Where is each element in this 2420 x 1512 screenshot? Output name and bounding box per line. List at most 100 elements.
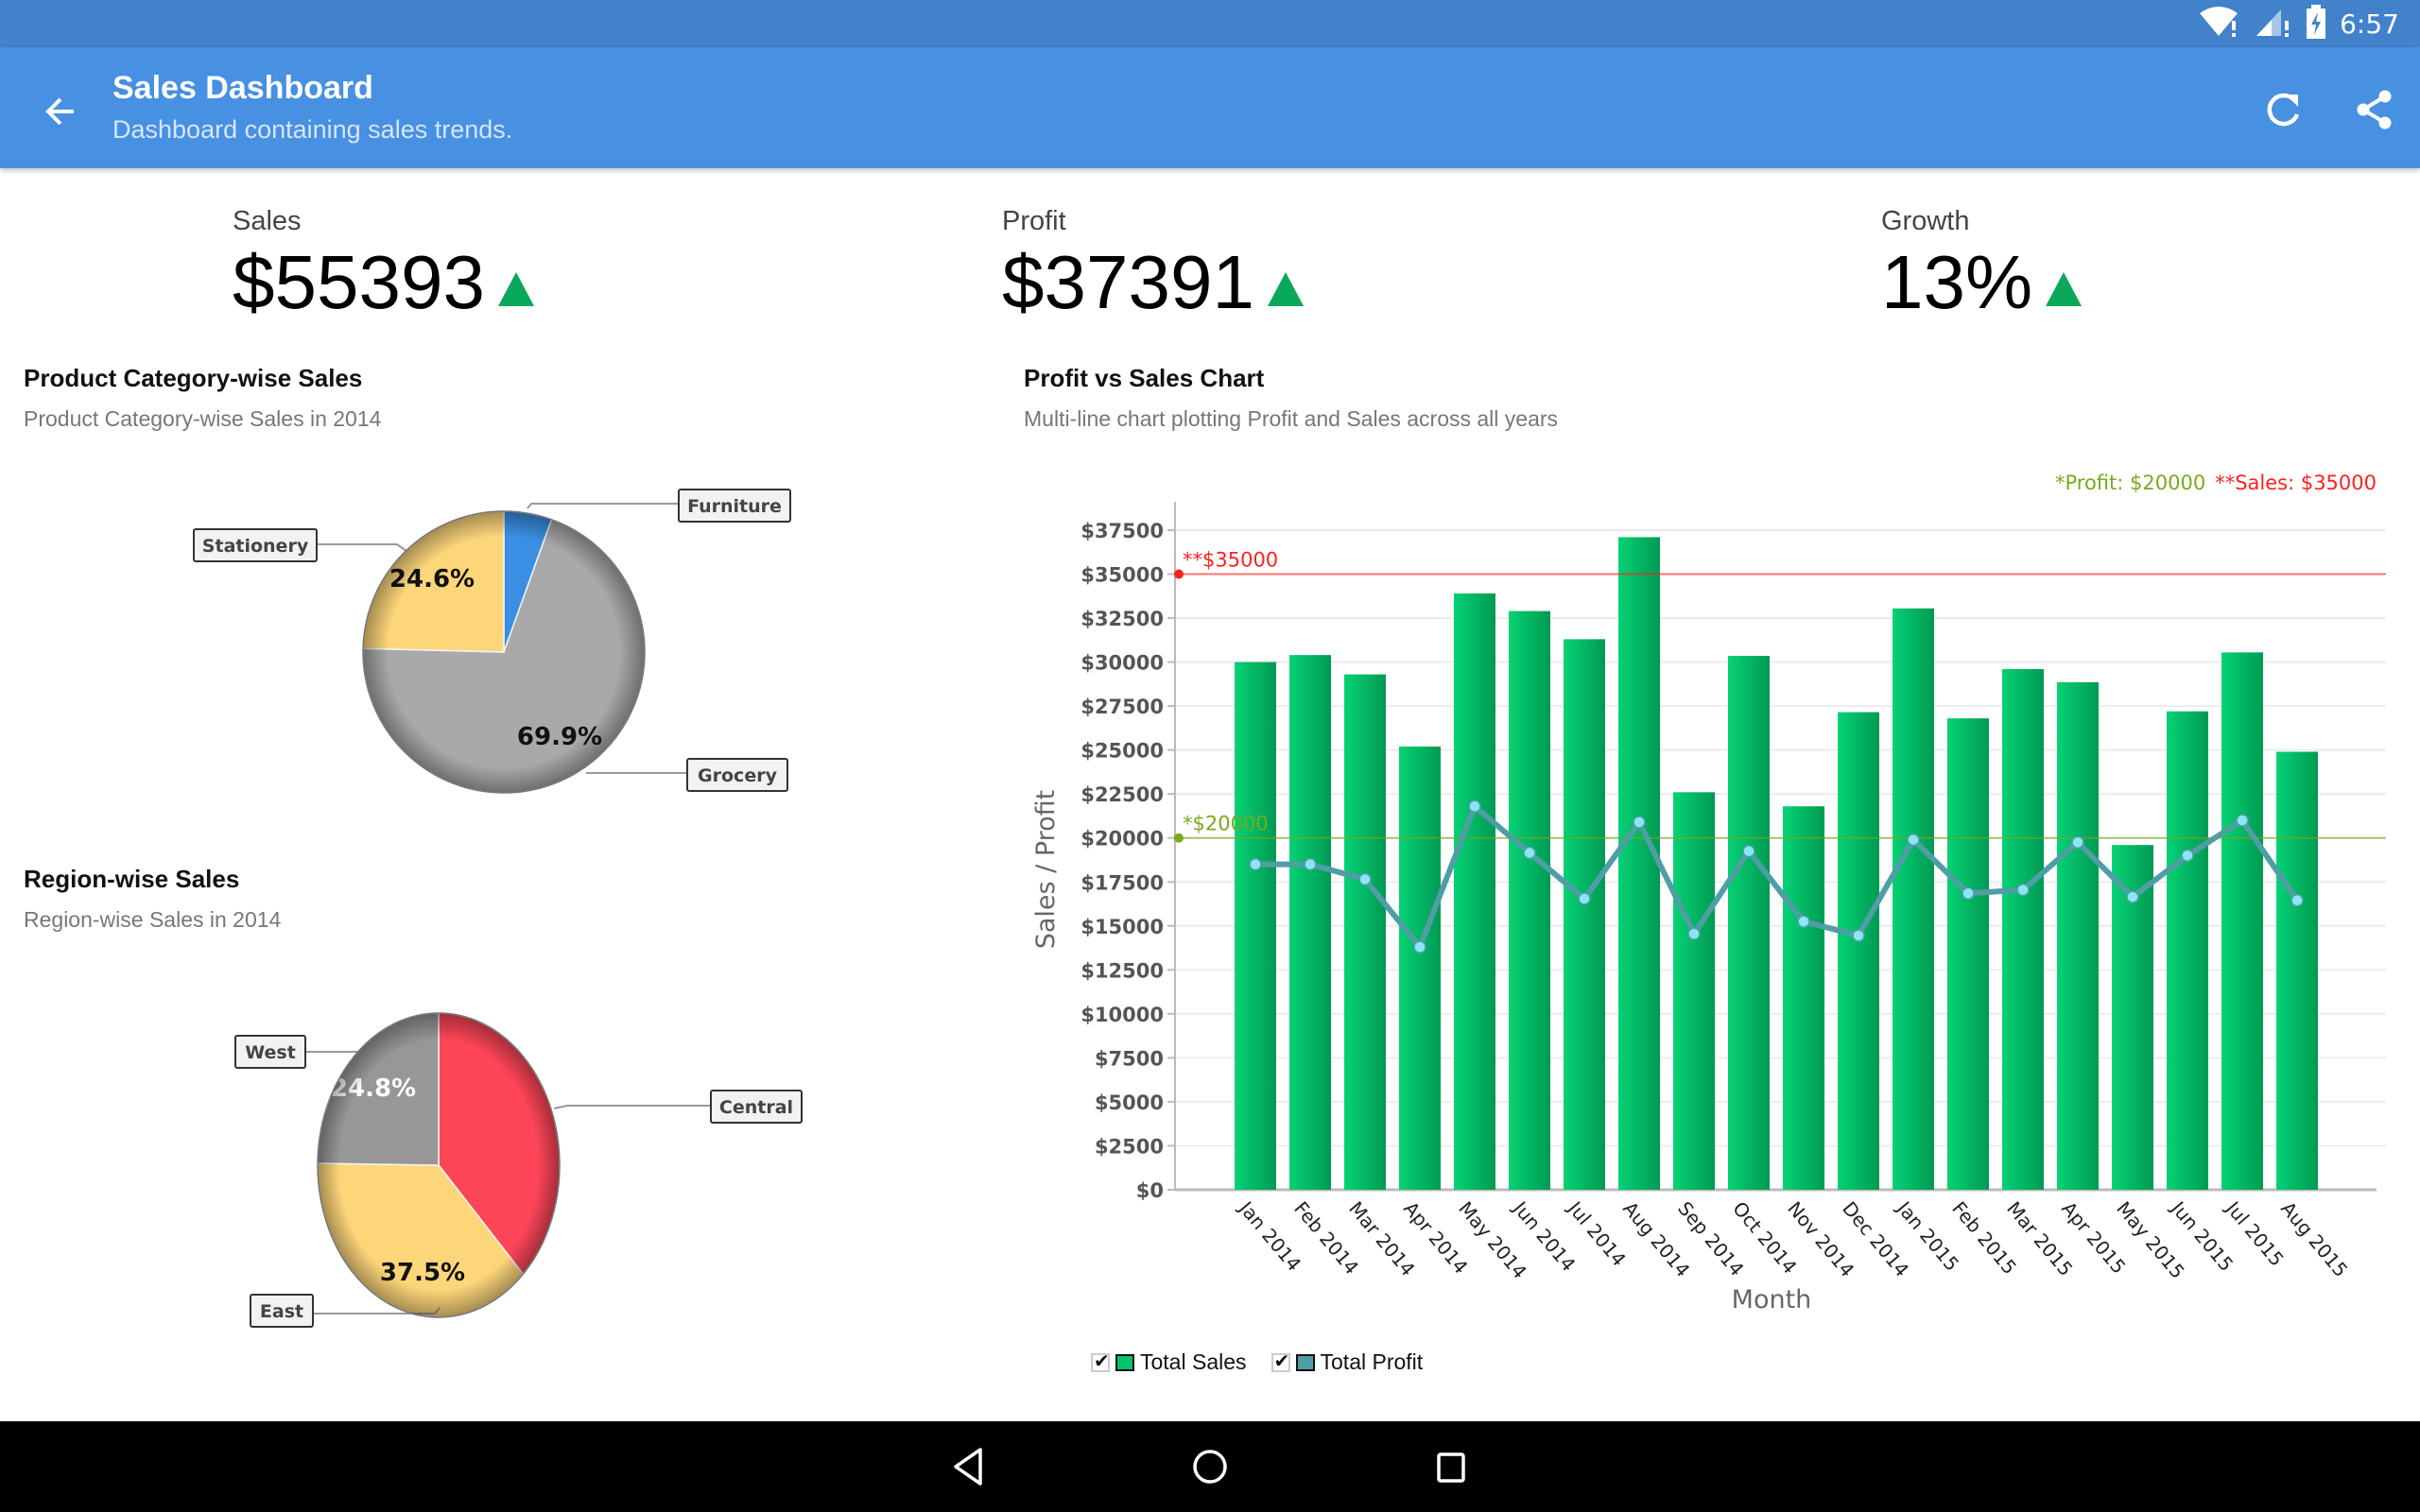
profit-sales-chart-title: Profit vs Sales Chart xyxy=(1024,364,1265,392)
point-total-profit[interactable] xyxy=(1962,886,1975,901)
y-tick-label: $2500 xyxy=(1095,1135,1164,1158)
bar-total-sales[interactable] xyxy=(1564,639,1605,1190)
bar-total-sales[interactable] xyxy=(2276,751,2318,1190)
legend-item-total-profit[interactable]: Total Profit xyxy=(1270,1349,1423,1375)
legend-item-total-sales[interactable]: Total Sales xyxy=(1091,1349,1247,1375)
point-total-profit[interactable] xyxy=(1358,872,1372,886)
y-tick-label: $5000 xyxy=(1095,1091,1164,1114)
legend-checkbox[interactable] xyxy=(1270,1349,1290,1373)
bar-total-sales[interactable] xyxy=(1728,656,1770,1190)
share-icon xyxy=(2357,90,2392,129)
pie-callout-grocery: Grocery xyxy=(686,758,788,792)
bar-total-sales[interactable] xyxy=(2167,711,2208,1190)
refresh-button[interactable] xyxy=(2256,81,2312,138)
chart-annotation: *Profit: $20000 **Sales: $35000 xyxy=(2055,472,2377,494)
kpi-value: $55393 xyxy=(233,240,485,324)
y-tick-label: $30000 xyxy=(1080,652,1164,675)
point-total-profit[interactable] xyxy=(1907,833,1920,847)
pie-callout-west: West xyxy=(234,1035,306,1069)
bar-total-sales[interactable] xyxy=(1618,537,1660,1190)
bar-total-sales[interactable] xyxy=(1838,712,1879,1190)
bar-total-sales[interactable] xyxy=(1344,674,1386,1190)
y-tick-label: $27500 xyxy=(1080,696,1164,718)
nav-recents-button[interactable] xyxy=(1423,1438,1479,1495)
share-button[interactable] xyxy=(2346,81,2403,138)
bar-total-sales[interactable] xyxy=(1509,610,1550,1190)
pie-callout-label: East xyxy=(260,1301,303,1322)
y-tick-label: $22500 xyxy=(1080,783,1164,806)
kpi-label: Growth xyxy=(1881,206,1970,236)
point-total-profit[interactable] xyxy=(2236,814,2249,827)
trend-up-icon xyxy=(2046,272,2083,306)
point-total-profit[interactable] xyxy=(2290,894,2304,907)
arrow-back-icon xyxy=(45,97,74,126)
y-axis-title: Sales / Profit xyxy=(1031,790,1061,950)
point-total-profit[interactable] xyxy=(1249,857,1262,871)
bar-total-sales[interactable] xyxy=(1893,608,1934,1190)
bar-total-sales[interactable] xyxy=(2057,682,2099,1190)
bar-total-sales[interactable] xyxy=(1235,662,1276,1190)
bar-total-sales[interactable] xyxy=(1454,593,1495,1190)
point-total-profit[interactable] xyxy=(1797,915,1810,928)
y-tick-label: $15000 xyxy=(1080,916,1164,938)
bar-total-sales[interactable] xyxy=(2002,669,2044,1190)
status-time: 6:57 xyxy=(2340,8,2399,40)
legend-checkbox[interactable] xyxy=(1091,1349,1110,1373)
y-tick-label: $32500 xyxy=(1080,608,1164,630)
bar-total-sales[interactable] xyxy=(1947,718,1989,1190)
point-total-profit[interactable] xyxy=(1852,929,1865,942)
point-total-profit[interactable] xyxy=(1687,927,1701,940)
point-total-profit[interactable] xyxy=(1578,892,1591,905)
trend-up-icon xyxy=(1267,272,1304,306)
app-bar: Sales Dashboard Dashboard containing sal… xyxy=(0,47,2420,168)
bar-total-sales[interactable] xyxy=(1399,746,1441,1190)
point-total-profit[interactable] xyxy=(1468,799,1481,813)
y-tick-label: $7500 xyxy=(1095,1047,1164,1070)
pie-callout-label: West xyxy=(245,1042,296,1063)
reference-label: **$35000 xyxy=(1183,549,1278,572)
pie-callout-furniture: Furniture xyxy=(678,489,791,523)
point-total-profit[interactable] xyxy=(2181,849,2194,863)
bar-total-sales[interactable] xyxy=(1673,792,1715,1190)
battery-charging-icon xyxy=(2306,4,2326,43)
point-total-profit[interactable] xyxy=(1633,816,1646,829)
bar-total-sales[interactable] xyxy=(1289,655,1331,1190)
point-total-profit[interactable] xyxy=(2016,883,2030,897)
pie-callout-label: Central xyxy=(719,1097,793,1118)
page-title: Sales Dashboard xyxy=(112,70,373,106)
y-tick-label: $20000 xyxy=(1080,828,1164,850)
point-total-profit[interactable] xyxy=(2071,835,2084,850)
point-total-profit[interactable] xyxy=(1523,846,1536,860)
pie-callout-stationery: Stationery xyxy=(193,528,318,562)
pie-callout-line xyxy=(527,503,679,509)
pie-data-label: 69.9% xyxy=(517,723,602,751)
back-button[interactable] xyxy=(34,85,87,138)
region-pie-chart: 37.7% Central 37.5% East 24.8% West xyxy=(234,1012,803,1328)
kpi-label: Profit xyxy=(1002,206,1066,236)
pie-callout-line xyxy=(553,1105,711,1109)
nav-home-button[interactable] xyxy=(1182,1438,1238,1495)
bar-total-sales[interactable] xyxy=(2221,652,2263,1190)
y-tick-label: $25000 xyxy=(1080,740,1164,763)
pie-callout-label: Grocery xyxy=(698,765,778,786)
nav-back-icon xyxy=(954,1448,982,1486)
point-total-profit[interactable] xyxy=(1304,857,1317,871)
kpi-sales: Sales $55393 xyxy=(233,206,534,320)
y-tick-label: $37500 xyxy=(1080,520,1164,542)
point-total-profit[interactable] xyxy=(2126,890,2139,903)
legend-swatch xyxy=(1115,1353,1134,1371)
pie-callout-line xyxy=(317,543,407,552)
pie-data-label: 24.8% xyxy=(331,1074,416,1103)
pie-callout-label: Stationery xyxy=(202,536,309,557)
region-chart-title: Region-wise Sales xyxy=(24,865,240,893)
point-total-profit[interactable] xyxy=(1742,844,1755,858)
pie-callout-east: East xyxy=(250,1294,314,1328)
point-total-profit[interactable] xyxy=(1413,940,1426,954)
reference-label: *$20000 xyxy=(1183,813,1269,835)
nav-home-icon xyxy=(1193,1450,1227,1484)
bar-total-sales[interactable] xyxy=(1783,806,1824,1190)
pie-callout-label: Furniture xyxy=(687,496,782,517)
nav-back-button[interactable] xyxy=(941,1438,997,1495)
legend-swatch xyxy=(1295,1353,1315,1371)
kpi-value: $37391 xyxy=(1002,240,1254,324)
